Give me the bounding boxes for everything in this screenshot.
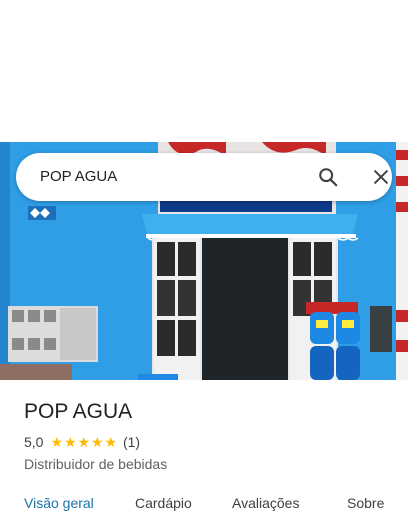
tab-menu[interactable]: Cardápio [135, 494, 192, 512]
rating-value: 5,0 [24, 434, 44, 450]
search-input[interactable]: POP AGUA [40, 168, 117, 186]
review-count[interactable]: (1) [123, 433, 140, 451]
rating-row[interactable]: 5,0 ★ ★ ★ ★ ★ (1) [24, 433, 140, 451]
place-category: Distribuidor de bebidas [24, 456, 168, 472]
star-icon: ★ [63, 434, 77, 450]
tab-overview[interactable]: Visão geral [24, 494, 94, 512]
place-info-panel: POP AGUA 5,0 ★ ★ ★ ★ ★ (1) Distribuidor … [0, 380, 408, 522]
close-icon[interactable] [369, 165, 393, 189]
star-icon: ★ [77, 434, 91, 450]
star-icon: ★ [104, 434, 118, 450]
place-name: POP AGUA [24, 400, 133, 423]
tab-reviews[interactable]: Avaliações [232, 494, 299, 512]
search-icon[interactable] [316, 165, 340, 189]
rating-stars: ★ ★ ★ ★ ★ [50, 435, 118, 449]
search-bar[interactable]: POP AGUA [16, 153, 392, 201]
map-blank-area [0, 0, 408, 142]
star-icon: ★ [90, 434, 104, 450]
star-icon: ★ [50, 434, 64, 450]
tab-about[interactable]: Sobre [347, 494, 384, 512]
place-tabs: Visão geral Cardápio Avaliações Sobre [0, 492, 408, 522]
